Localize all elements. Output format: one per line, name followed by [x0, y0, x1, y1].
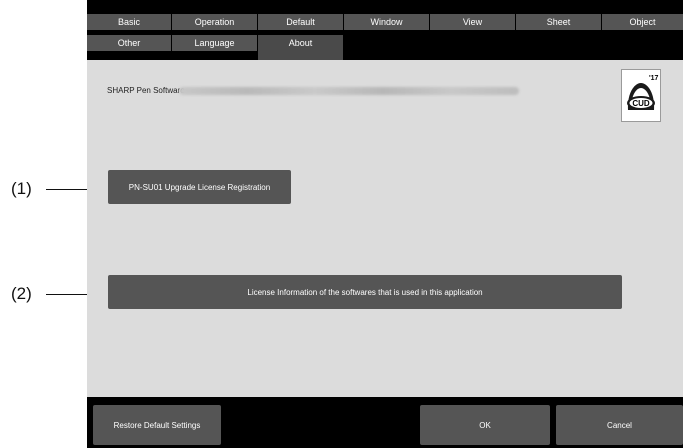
tab-operation[interactable]: Operation — [172, 14, 258, 30]
tab-window[interactable]: Window — [344, 14, 430, 30]
tab-basic[interactable]: Basic — [87, 14, 172, 30]
callout-label-1: (1) — [11, 179, 32, 198]
callout-label-2: (2) — [11, 284, 32, 303]
ok-button[interactable]: OK — [420, 405, 550, 445]
product-name: SHARP Pen Software — [107, 86, 185, 95]
tab-about[interactable]: About — [258, 35, 344, 60]
tab-sheet[interactable]: Sheet — [516, 14, 602, 30]
manual-figure: (1) (2) Basic Operation Default Window V… — [0, 0, 683, 448]
restore-default-settings-button[interactable]: Restore Default Settings — [93, 405, 221, 445]
upgrade-license-registration-button[interactable]: PN-SU01 Upgrade License Registration — [108, 170, 291, 204]
tab-language[interactable]: Language — [172, 35, 258, 51]
cancel-button[interactable]: Cancel — [556, 405, 683, 445]
svg-text:'17: '17 — [649, 75, 659, 82]
tab-other[interactable]: Other — [87, 35, 172, 51]
license-information-button[interactable]: License Information of the softwares tha… — [108, 275, 622, 309]
cud-icon: '17 CUD — [627, 75, 659, 110]
about-content-panel: SHARP Pen Software '17 CUD PN-SU01 Upgra… — [87, 60, 683, 397]
redacted-version-text — [179, 87, 519, 95]
tab-object[interactable]: Object — [602, 14, 683, 30]
cud-certification-logo: '17 CUD — [621, 69, 661, 122]
settings-dialog: Basic Operation Default Window View Shee… — [87, 0, 683, 448]
svg-text:CUD: CUD — [632, 99, 650, 108]
tab-default[interactable]: Default — [258, 14, 344, 30]
tab-view[interactable]: View — [430, 14, 516, 30]
